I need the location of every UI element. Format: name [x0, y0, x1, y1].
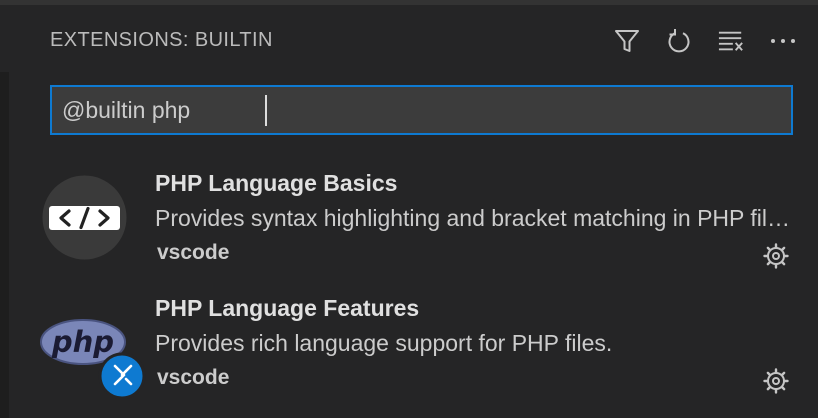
extension-item[interactable]: PHP Language Basics Provides syntax high… — [0, 170, 818, 292]
php-logo-icon: php — [40, 307, 146, 400]
extension-item[interactable]: php PHP Language Features Provides rich … — [0, 295, 818, 417]
extension-name: PHP Language Basics — [155, 170, 398, 196]
manage-gear-icon[interactable] — [762, 367, 790, 395]
top-border — [0, 0, 818, 5]
view-actions — [588, 28, 796, 54]
extension-publisher: vscode — [157, 366, 230, 389]
extension-publisher: vscode — [157, 241, 230, 264]
refresh-icon[interactable] — [666, 28, 692, 54]
view-title: EXTENSIONS: BUILTIN — [50, 29, 273, 51]
extension-description: Provides rich language support for PHP f… — [155, 330, 613, 356]
clear-extensions-input-icon[interactable] — [718, 28, 744, 54]
extensions-view-header: EXTENSIONS: BUILTIN — [50, 28, 818, 56]
extensions-search-input[interactable] — [52, 87, 791, 133]
extension-name: PHP Language Features — [155, 295, 420, 321]
manage-gear-icon[interactable] — [762, 242, 790, 270]
extension-description: Provides syntax highlighting and bracket… — [155, 205, 795, 231]
text-cursor — [265, 95, 267, 126]
svg-text:php: php — [51, 325, 114, 359]
code-brackets-icon — [42, 175, 127, 260]
more-actions-icon[interactable] — [770, 28, 796, 54]
filter-icon[interactable] — [614, 28, 640, 54]
search-box — [50, 85, 793, 135]
